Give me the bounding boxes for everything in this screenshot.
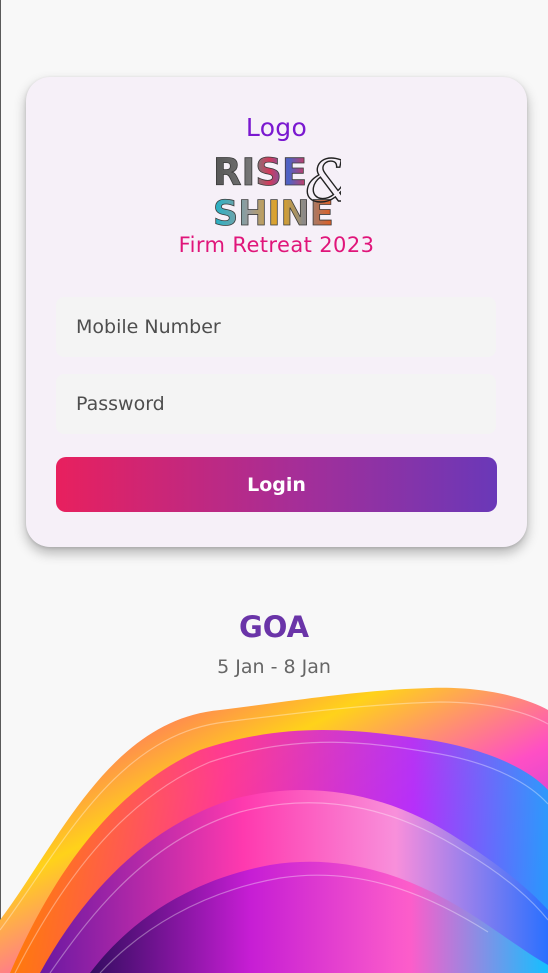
password-input[interactable] [56,374,496,434]
mobile-number-input[interactable] [56,297,496,357]
logo-word-rise: RISE [213,151,307,194]
login-card: Logo RISE SHINE & Firm Retreat 2023 Logi [26,77,527,547]
logo-text: Logo [245,113,308,142]
colorful-abstract-waves-image [0,687,548,973]
logo-ampersand: & [305,147,341,215]
rise-and-shine-logo: RISE SHINE & [213,146,341,229]
login-button[interactable]: Login [56,457,497,512]
event-title: Firm Retreat 2023 [178,233,375,257]
event-location: GOA [238,610,310,644]
event-dates: 5 Jan - 8 Jan [217,656,331,678]
